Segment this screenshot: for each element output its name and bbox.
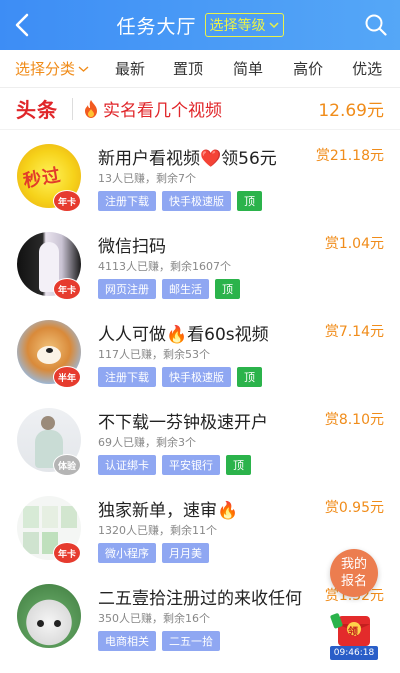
task-tag: 平安银行 [162,455,220,475]
task-tags: 认证绑卡 平安银行 顶 [98,455,251,475]
task-reward: 赏8.10元 [324,412,384,428]
title-group: 任务大厅 选择等级 [0,0,400,50]
avatar-thumb [61,506,77,528]
task-meta: 13人已赚，剩余7个 [98,172,196,185]
membership-badge: 半年 [53,366,81,388]
membership-badge: 年卡 [53,190,81,212]
task-meta: 69人已赚，剩余3个 [98,436,196,449]
task-item[interactable]: 半年 人人可做🔥看60s视频 赏7.14元 117人已赚，剩余53个 注册下载 … [0,316,400,404]
filter-high-price[interactable]: 高价 [293,58,323,79]
headline-logo: 头条 [16,98,58,122]
search-icon[interactable] [364,13,388,37]
filter-newest[interactable]: 最新 [115,58,145,79]
task-meta: 4113人已赚，剩余1607个 [98,260,231,273]
membership-badge: 体验 [53,454,81,476]
task-reward: 赏21.18元 [315,148,384,164]
task-tag: 微小程序 [98,543,156,563]
avatar-figure [41,416,55,430]
task-item[interactable]: 年卡 微信扫码 赏1.04元 4113人已赚，剩余1607个 网页注册 邮生活 … [0,228,400,316]
my-signups-button[interactable]: 我的报名 [330,549,378,597]
avatar-thumb [23,506,39,528]
red-packet-label: 领 [348,627,358,638]
task-name: 不下载一芬钟极速开户 [98,413,268,433]
task-reward: 赏1.04元 [324,236,384,252]
task-avatar [17,584,81,648]
filter-category[interactable]: 选择分类 [15,58,89,79]
task-item[interactable]: 秒过 年卡 新用户看视频❤️领56元 赏21.18元 13人已赚，剩余7个 注册… [0,140,400,228]
task-meta: 117人已赚，剩余53个 [98,348,210,361]
task-tag: 注册下载 [98,367,156,387]
headline-banner[interactable]: 头条 实名看几个视频 12.69元 [0,88,400,130]
task-name: 二五壹拾注册过的来收任何 [98,589,302,609]
top-tag: 顶 [226,455,251,475]
task-tags: 微小程序 月月美 [98,543,209,563]
task-tags: 电商相关 二五一拾 [98,631,220,651]
task-item[interactable]: 体验 不下载一芬钟极速开户 赏8.10元 69人已赚，剩余3个 认证绑卡 平安银… [0,404,400,492]
countdown-timer: 09:46:18 [330,646,378,660]
avatar-cat-eye [54,620,61,627]
avatar-thumb [42,506,58,528]
task-name: 新用户看视频❤️领56元 [98,149,277,169]
level-selector-label: 选择等级 [209,18,266,34]
filter-pinned[interactable]: 置顶 [173,58,203,79]
task-tag: 月月美 [162,543,209,563]
task-tag: 快手极速版 [162,367,231,387]
avatar-text: 秒过 [21,164,63,193]
task-name: 微信扫码 [98,237,166,257]
top-tag: 顶 [237,367,262,387]
membership-badge: 年卡 [53,542,81,564]
task-tag: 快手极速版 [162,191,231,211]
level-selector[interactable]: 选择等级 [204,13,284,37]
task-reward: 赏7.14元 [324,324,384,340]
top-bar: 任务大厅 选择等级 [0,0,400,50]
task-tag: 认证绑卡 [98,455,156,475]
divider [72,97,73,120]
chevron-down-icon [268,22,279,29]
task-tags: 注册下载 快手极速版 顶 [98,367,262,387]
page-title: 任务大厅 [116,15,197,38]
avatar-thumb [23,532,39,554]
top-tag: 顶 [237,191,262,211]
headline-text: 实名看几个视频 [103,101,222,121]
headline-amount: 12.69元 [318,101,384,121]
task-tags: 注册下载 快手极速版 顶 [98,191,262,211]
avatar-cat-eye [37,620,44,627]
task-tag: 电商相关 [98,631,156,651]
task-tags: 网页注册 邮生活 顶 [98,279,240,299]
task-name: 人人可做🔥看60s视频 [98,325,269,345]
chevron-down-icon [78,65,89,72]
fire-icon [85,99,97,118]
task-tag: 注册下载 [98,191,156,211]
task-name: 独家新单，速审🔥 [98,501,239,521]
membership-badge: 年卡 [53,278,81,300]
filter-category-label: 选择分类 [15,60,76,78]
filter-bar: 选择分类 最新 置顶 简单 高价 优选 [0,50,400,88]
top-tag: 顶 [215,279,240,299]
task-meta: 1320人已赚，剩余11个 [98,524,217,537]
avatar-dog-nose [46,348,53,353]
task-reward: 赏0.95元 [324,500,384,516]
red-packet-widget[interactable]: 领 09:46:18 [330,612,378,662]
filter-easy[interactable]: 简单 [233,58,263,79]
task-meta: 350人已赚，剩余16个 [98,612,210,625]
filter-preferred[interactable]: 优选 [352,58,382,79]
task-tag: 二五一拾 [162,631,220,651]
task-tag: 网页注册 [98,279,156,299]
task-tag: 邮生活 [162,279,209,299]
